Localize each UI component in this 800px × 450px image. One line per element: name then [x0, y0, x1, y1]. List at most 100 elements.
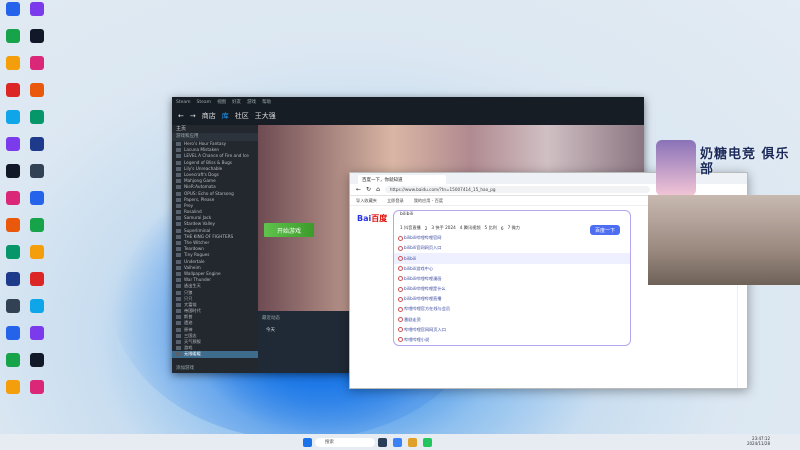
game-selected[interactable]: 无限暖暖 — [172, 351, 258, 358]
suggestion-item[interactable]: bilibili游戏中心 — [394, 264, 630, 274]
suggestion-item[interactable]: bilibili — [394, 253, 630, 264]
desktop-app-icon[interactable] — [1, 218, 25, 232]
desktop-app-icon[interactable] — [1, 353, 25, 367]
app-icon — [30, 2, 44, 16]
search-input[interactable]: bilibili — [394, 211, 630, 223]
clock-date: 2024/11/28 — [746, 441, 770, 446]
desktop-app-icon[interactable] — [25, 353, 49, 367]
add-game-button[interactable]: 添加游戏 — [176, 365, 194, 371]
desktop-app-icon[interactable] — [1, 299, 25, 313]
app-icon — [6, 245, 20, 259]
hot-item[interactable]: 7 微力 — [508, 225, 520, 231]
reload-icon[interactable]: ↻ — [366, 186, 371, 193]
app-icon — [30, 353, 44, 367]
home-icon[interactable]: ⌂ — [376, 186, 380, 193]
desktop-app-icon[interactable] — [25, 56, 49, 70]
app-icon — [30, 218, 44, 232]
suggestion-item[interactable]: bilibili哔哩哔哩是什么 — [394, 284, 630, 294]
game-list: Hero's Hour Fantasy Lacuna Mistaken LEVEL … — [172, 141, 258, 351]
desktop-app-icon[interactable] — [25, 110, 49, 124]
hot-item[interactable]: 3 快手 2024 — [431, 225, 455, 231]
desktop-app-icon[interactable] — [1, 29, 25, 43]
app-icon — [6, 380, 20, 394]
app-icon — [6, 326, 20, 340]
desktop-app-icon[interactable] — [1, 326, 25, 340]
app-icon — [30, 326, 44, 340]
back-icon[interactable]: ← — [356, 186, 361, 193]
wechat-task-icon[interactable] — [423, 437, 432, 447]
desktop-app-icon[interactable] — [25, 272, 49, 286]
suggestion-item[interactable]: 哔哩哔哩官网网页入口 — [394, 325, 630, 335]
forward-arrow-icon[interactable]: → — [190, 112, 196, 120]
suggestion-item[interactable]: 哔哩哔哩小说 — [394, 335, 630, 345]
play-button[interactable]: 开始游戏 — [264, 223, 314, 237]
taskbar: 搜索 23:47:12 2024/11/28 — [0, 434, 800, 450]
tab-baidu[interactable]: 百度一下，你就知道 — [358, 175, 446, 184]
taskbar-search[interactable]: 搜索 — [315, 437, 375, 447]
desktop-app-icon[interactable] — [1, 380, 25, 394]
app-icon — [6, 272, 20, 286]
nav-store[interactable]: 商店 — [202, 111, 216, 121]
app-icon — [30, 380, 44, 394]
suggestion-list: bilibili哔哩哔哩官网 bilibili官网网页入口 bilibili bili… — [394, 233, 630, 345]
logo-bai: Bai — [357, 214, 372, 223]
desktop-app-icon[interactable] — [1, 272, 25, 286]
desktop-app-icon[interactable] — [25, 29, 49, 43]
nav-community[interactable]: 社区 — [235, 111, 249, 121]
hot-item[interactable]: 2 — [425, 226, 428, 231]
bookmark-1[interactable]: 立即登录 — [387, 198, 404, 204]
desktop-app-icon[interactable] — [25, 137, 49, 151]
suggestion-item[interactable]: 番剧走资 — [394, 315, 630, 325]
search-button[interactable]: 百度一下 — [590, 225, 620, 235]
app-icon — [6, 218, 20, 232]
steam-menu-2[interactable]: 好友 — [232, 99, 241, 105]
steam-menu-1[interactable]: 视图 — [217, 99, 226, 105]
logo-du: 百度 — [371, 214, 388, 223]
desktop-app-icon[interactable] — [1, 110, 25, 124]
folder-task-icon[interactable] — [408, 437, 417, 447]
library-home[interactable]: 主页 — [172, 125, 258, 133]
windows-start-icon[interactable] — [303, 437, 312, 447]
desktop-app-icon[interactable] — [1, 245, 25, 259]
suggestion-item[interactable]: 哔哩哔哩官方在线与会员 — [394, 304, 630, 314]
hot-item[interactable]: 4 腾讯视频 — [460, 225, 481, 231]
desktop-app-icon[interactable] — [25, 299, 49, 313]
nav-user[interactable]: 王大强 — [255, 111, 276, 121]
suggestion-item[interactable]: bilibili官网网页入口 — [394, 243, 630, 253]
baidu-logo[interactable]: Bai百度 — [357, 213, 387, 224]
desktop-app-icon[interactable] — [1, 164, 25, 178]
desktop-app-icon[interactable] — [1, 137, 25, 151]
steam-menu-0[interactable]: Steam — [197, 100, 212, 105]
suggestion-item[interactable]: bilibili哔哩哔哩漫画 — [394, 274, 630, 284]
app-icon — [6, 191, 20, 205]
suggestion-item[interactable]: bilibili哔哩哔哩直播 — [394, 294, 630, 304]
desktop-app-icon[interactable] — [25, 2, 49, 16]
desktop-app-icon[interactable] — [25, 191, 49, 205]
app-icon — [30, 110, 44, 124]
hot-item[interactable]: 1 抖音直播 — [400, 225, 421, 231]
desktop-app-icon[interactable] — [25, 380, 49, 394]
url-input[interactable]: https://www.baidu.com/?tn=15007414_15_ha… — [384, 186, 650, 193]
library-filter[interactable]: 游戏和应用 — [172, 133, 258, 141]
desktop-app-icon[interactable] — [25, 83, 49, 97]
desktop-app-icon[interactable] — [25, 326, 49, 340]
desktop-app-icon[interactable] — [25, 218, 49, 232]
bookmark-0[interactable]: 导入收藏夹 — [356, 198, 377, 204]
back-arrow-icon[interactable]: ← — [178, 112, 184, 120]
hot-item[interactable]: 5 比利 — [485, 225, 497, 231]
hot-item[interactable]: 6 — [501, 226, 504, 231]
desktop-app-icon[interactable] — [1, 56, 25, 70]
desktop-app-icon[interactable] — [25, 164, 49, 178]
desktop-app-icon[interactable] — [25, 245, 49, 259]
desktop-app-icon[interactable] — [1, 83, 25, 97]
steam-menu-3[interactable]: 游戏 — [247, 99, 256, 105]
steam-menu-4[interactable]: 帮助 — [262, 99, 271, 105]
bookmark-2[interactable]: 我的应用 - 百度 — [414, 198, 443, 204]
nav-library[interactable]: 库 — [222, 111, 229, 121]
app-icon — [6, 83, 20, 97]
clock[interactable]: 23:47:12 2024/11/28 — [747, 436, 770, 446]
desktop-app-icon[interactable] — [1, 191, 25, 205]
edge-task-icon[interactable] — [393, 437, 402, 447]
desktop-app-icon[interactable] — [1, 2, 25, 16]
steam-task-icon[interactable] — [378, 437, 387, 447]
